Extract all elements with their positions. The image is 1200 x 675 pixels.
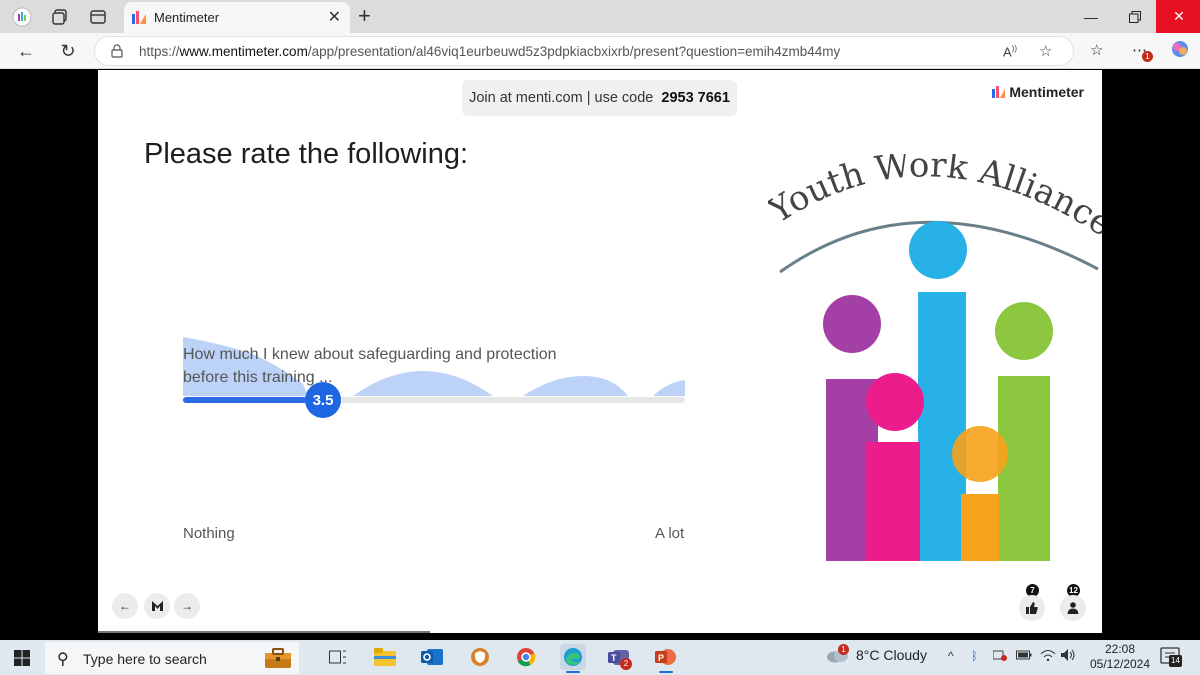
clock-date: 05/12/2024 — [1089, 657, 1151, 671]
active-app-indicator — [566, 671, 580, 673]
minimize-button[interactable]: — — [1068, 0, 1114, 33]
presentation-slide: Join at menti.com | use code 2953 7661 M… — [98, 70, 1102, 633]
mentimeter-menu-button[interactable] — [144, 593, 170, 619]
active-app-indicator — [659, 671, 673, 673]
copilot-icon[interactable] — [1170, 39, 1190, 63]
favorites-icon[interactable]: ☆ — [1090, 41, 1103, 59]
youth-work-alliance-logo: Youth Work Alliance — [768, 154, 1102, 561]
next-slide-button[interactable]: → — [174, 593, 200, 619]
wifi-icon[interactable] — [1040, 649, 1056, 664]
participants-icon[interactable] — [1060, 595, 1086, 621]
chrome-icon[interactable] — [513, 644, 539, 670]
rating-scale-item: How much I knew about safeguarding and p… — [183, 326, 685, 426]
url-text[interactable]: https://www.mentimeter.com/app/presentat… — [139, 44, 840, 59]
address-bar-row: ← ↻ https://www.mentimeter.com/app/prese… — [0, 33, 1200, 69]
volume-icon[interactable] — [1061, 649, 1077, 664]
teams-badge: 2 — [620, 658, 632, 670]
presentation-progress — [98, 631, 430, 633]
mentimeter-logo-icon — [992, 86, 1006, 98]
extensions-badge: 1 — [1142, 51, 1153, 62]
browser-tab-strip: Mentimeter ✕ + — ✕ — [0, 0, 1200, 33]
notification-center-icon[interactable]: 14 — [1160, 647, 1182, 667]
edge-icon[interactable] — [560, 644, 586, 673]
search-placeholder: Type here to search — [83, 651, 207, 667]
notification-count: 14 — [1169, 655, 1182, 667]
bluetooth-icon[interactable]: ᛒ — [971, 649, 978, 663]
mentimeter-brand: Mentimeter — [992, 84, 1084, 100]
powerpoint-icon[interactable]: P — [653, 644, 679, 673]
windows-taskbar: ⚲ Type here to search T 2 P 1 8°C Cloudy… — [0, 640, 1200, 675]
weather-badge: 1 — [838, 644, 849, 655]
slider-fill — [183, 397, 307, 403]
taskbar-search[interactable]: ⚲ Type here to search — [45, 642, 299, 674]
back-icon[interactable]: ← — [13, 38, 39, 64]
lock-icon — [111, 44, 123, 58]
mentimeter-favicon-icon — [132, 11, 146, 24]
average-value-knob: 3.5 — [305, 382, 341, 418]
refresh-icon[interactable]: ↻ — [55, 38, 81, 64]
svg-text:P: P — [658, 653, 664, 663]
briefcase-icon — [265, 648, 291, 668]
windows-start-icon[interactable] — [14, 650, 30, 666]
vpn-app-icon[interactable] — [467, 644, 493, 670]
slider-track: 3.5 — [183, 382, 685, 418]
close-window-button[interactable]: ✕ — [1156, 0, 1200, 33]
thumbs-up-icon[interactable] — [1019, 595, 1045, 621]
join-text: Join at menti.com | use code — [469, 90, 654, 106]
weather-text: 8°C Cloudy — [856, 647, 927, 663]
clock-time: 22:08 — [1104, 642, 1136, 656]
svg-text:T: T — [611, 653, 617, 663]
battery-icon[interactable] — [1016, 649, 1032, 663]
tab-actions-icon[interactable] — [85, 4, 111, 30]
search-icon: ⚲ — [57, 651, 69, 668]
profile-icon[interactable] — [9, 4, 35, 30]
address-bar[interactable]: https://www.mentimeter.com/app/presentat… — [94, 36, 1074, 66]
join-instructions: Join at menti.com | use code 2953 7661 — [462, 80, 737, 116]
outlook-icon[interactable] — [419, 644, 445, 670]
show-hidden-icons[interactable]: ^ — [948, 649, 954, 663]
scale-item-label: How much I knew about safeguarding and p… — [183, 346, 557, 386]
join-code: 2953 7661 — [661, 90, 730, 106]
system-clock[interactable]: 22:08 05/12/2024 — [1088, 642, 1152, 672]
scale-max-label: A lot — [655, 525, 685, 542]
tab-title: Mentimeter — [154, 10, 220, 25]
favorite-star-icon[interactable]: ☆ — [1039, 42, 1052, 60]
previous-slide-button[interactable]: ← — [112, 593, 138, 619]
tab-mentimeter[interactable]: Mentimeter ✕ — [124, 2, 350, 33]
weather-widget[interactable]: 1 8°C Cloudy — [826, 644, 927, 664]
teams-icon[interactable]: T 2 — [606, 644, 632, 670]
tab-close-icon[interactable]: ✕ — [328, 7, 341, 27]
new-tab-icon[interactable]: + — [358, 3, 371, 29]
file-explorer-icon[interactable] — [372, 644, 398, 670]
task-view-icon[interactable] — [325, 644, 351, 670]
network-app-icon[interactable] — [992, 649, 1007, 664]
scale-min-label: Nothing — [183, 525, 235, 542]
workspaces-icon[interactable] — [47, 4, 73, 30]
read-aloud-icon[interactable]: A)) — [1003, 44, 1017, 59]
question-title: Please rate the following: — [144, 138, 469, 170]
restore-button[interactable] — [1112, 0, 1158, 33]
